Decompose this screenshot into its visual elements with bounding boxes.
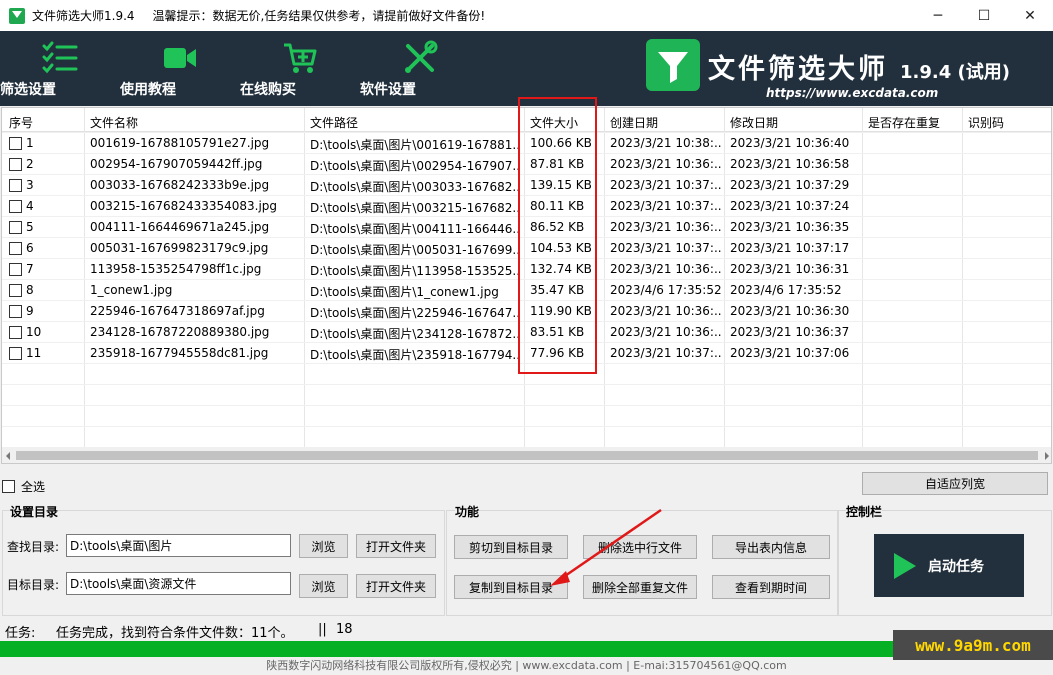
annotation-arrow-icon: [550, 508, 662, 586]
status-message: 任务完成，找到符合条件文件数：11个。: [56, 626, 294, 641]
status-separator: ||: [318, 622, 327, 637]
status-label: 任务:: [5, 626, 36, 641]
status-count: 18: [336, 622, 353, 637]
watermark: www.9a9m.com: [893, 630, 1053, 660]
